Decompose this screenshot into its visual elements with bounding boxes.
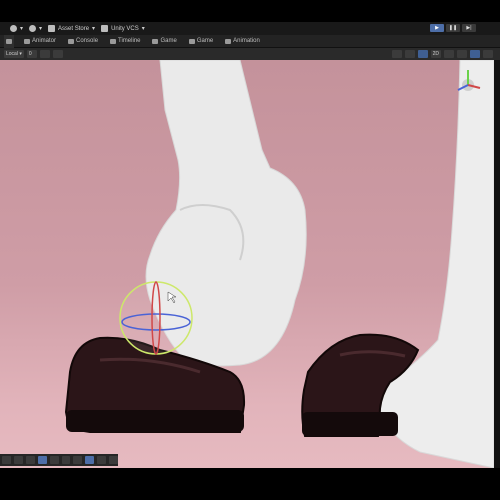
cloud-menu[interactable]: ▾ bbox=[29, 25, 42, 32]
gizmos-toggle[interactable] bbox=[470, 50, 480, 58]
shading-button[interactable] bbox=[404, 50, 415, 58]
scene-right-tools: 2D bbox=[391, 50, 496, 58]
effects-toggle[interactable] bbox=[457, 50, 467, 58]
timeline-icon bbox=[110, 38, 117, 44]
overlay-toolbar bbox=[0, 454, 119, 466]
game-icon bbox=[188, 38, 195, 44]
asset-store-icon bbox=[48, 25, 56, 32]
snap-field[interactable]: 0 bbox=[26, 50, 37, 58]
overlay-tool-icon[interactable] bbox=[61, 456, 71, 464]
tab-label: Console bbox=[76, 38, 99, 44]
play-controls: ▶ ❚❚ ▶| bbox=[430, 24, 476, 32]
play-button[interactable]: ▶ bbox=[430, 24, 444, 32]
audio-toggle[interactable] bbox=[444, 50, 454, 58]
animator-icon bbox=[24, 38, 30, 44]
mode-2d-toggle[interactable]: 2D bbox=[430, 50, 441, 58]
scene-icon bbox=[6, 38, 12, 44]
overlay-tool-icon[interactable] bbox=[25, 456, 35, 464]
animation-icon bbox=[225, 38, 232, 44]
overlay-tool-icon[interactable] bbox=[2, 456, 11, 464]
game-icon bbox=[152, 38, 159, 44]
account-menu[interactable]: ▾ bbox=[10, 25, 23, 32]
scene-render bbox=[64, 60, 494, 468]
tab-label: Timeline bbox=[118, 38, 141, 44]
cloud-icon bbox=[29, 25, 37, 32]
tab-game[interactable]: Game bbox=[150, 35, 178, 48]
tab-label: Animation bbox=[233, 38, 260, 44]
left-shoe-sole bbox=[66, 410, 244, 432]
tab-label: Game bbox=[160, 38, 177, 44]
tab-animation[interactable]: Animation bbox=[223, 35, 262, 48]
scene-toolbar: Local ▾ 0 2D bbox=[0, 48, 500, 60]
lighting-toggle[interactable] bbox=[417, 50, 428, 58]
menu-bar: ▾ ▾ Asset Store ▾ Unity VCS ▾ ▶ ❚❚ ▶| bbox=[0, 22, 500, 35]
grid-button[interactable] bbox=[39, 50, 50, 58]
tab-console[interactable]: Console bbox=[66, 35, 100, 48]
vcs-icon bbox=[101, 25, 109, 32]
pivot-dropdown[interactable]: Local ▾ bbox=[4, 50, 24, 58]
tab-label: Game bbox=[196, 38, 214, 44]
overlay-tool-icon[interactable] bbox=[109, 456, 119, 464]
right-shoe-sole bbox=[302, 412, 398, 436]
viewport-border bbox=[494, 60, 500, 468]
tab-game-2[interactable]: Game bbox=[187, 35, 215, 48]
overlay-tool-icon[interactable] bbox=[49, 456, 59, 464]
scene-viewport[interactable] bbox=[0, 60, 494, 468]
overlay-tool-icon[interactable] bbox=[37, 456, 47, 464]
step-button[interactable]: ▶| bbox=[462, 24, 476, 32]
console-icon bbox=[68, 38, 75, 44]
overlay-tool-icon[interactable] bbox=[97, 456, 107, 464]
overlay-tool-icon[interactable] bbox=[73, 456, 83, 464]
asset-store-button[interactable]: Asset Store ▾ bbox=[48, 25, 95, 32]
vcs-label: Unity VCS bbox=[111, 25, 139, 32]
tab-bar: Animator Console Timeline Game Game Anim… bbox=[0, 34, 500, 48]
camera-settings-button[interactable] bbox=[483, 50, 493, 58]
right-leg bbox=[377, 60, 494, 468]
tab-timeline[interactable]: Timeline bbox=[108, 35, 142, 48]
vcs-button[interactable]: Unity VCS ▾ bbox=[101, 25, 145, 32]
pause-button[interactable]: ❚❚ bbox=[446, 24, 460, 32]
overlay-tool-icon[interactable] bbox=[85, 456, 95, 464]
snap-toggle[interactable] bbox=[52, 50, 63, 58]
tab-label: Animator bbox=[32, 38, 57, 44]
tab-animator[interactable]: Animator bbox=[22, 35, 58, 48]
pivot-label: Local bbox=[6, 51, 18, 57]
account-icon bbox=[10, 25, 17, 32]
asset-store-label: Asset Store bbox=[58, 25, 90, 32]
editor-window: ▾ ▾ Asset Store ▾ Unity VCS ▾ ▶ ❚❚ ▶| Anim… bbox=[0, 0, 500, 500]
overlay-tool-icon[interactable] bbox=[13, 456, 23, 464]
tab-scene[interactable] bbox=[4, 34, 14, 48]
draw-mode-button[interactable] bbox=[391, 50, 402, 58]
rotate-gizmo-ring[interactable] bbox=[119, 281, 193, 355]
